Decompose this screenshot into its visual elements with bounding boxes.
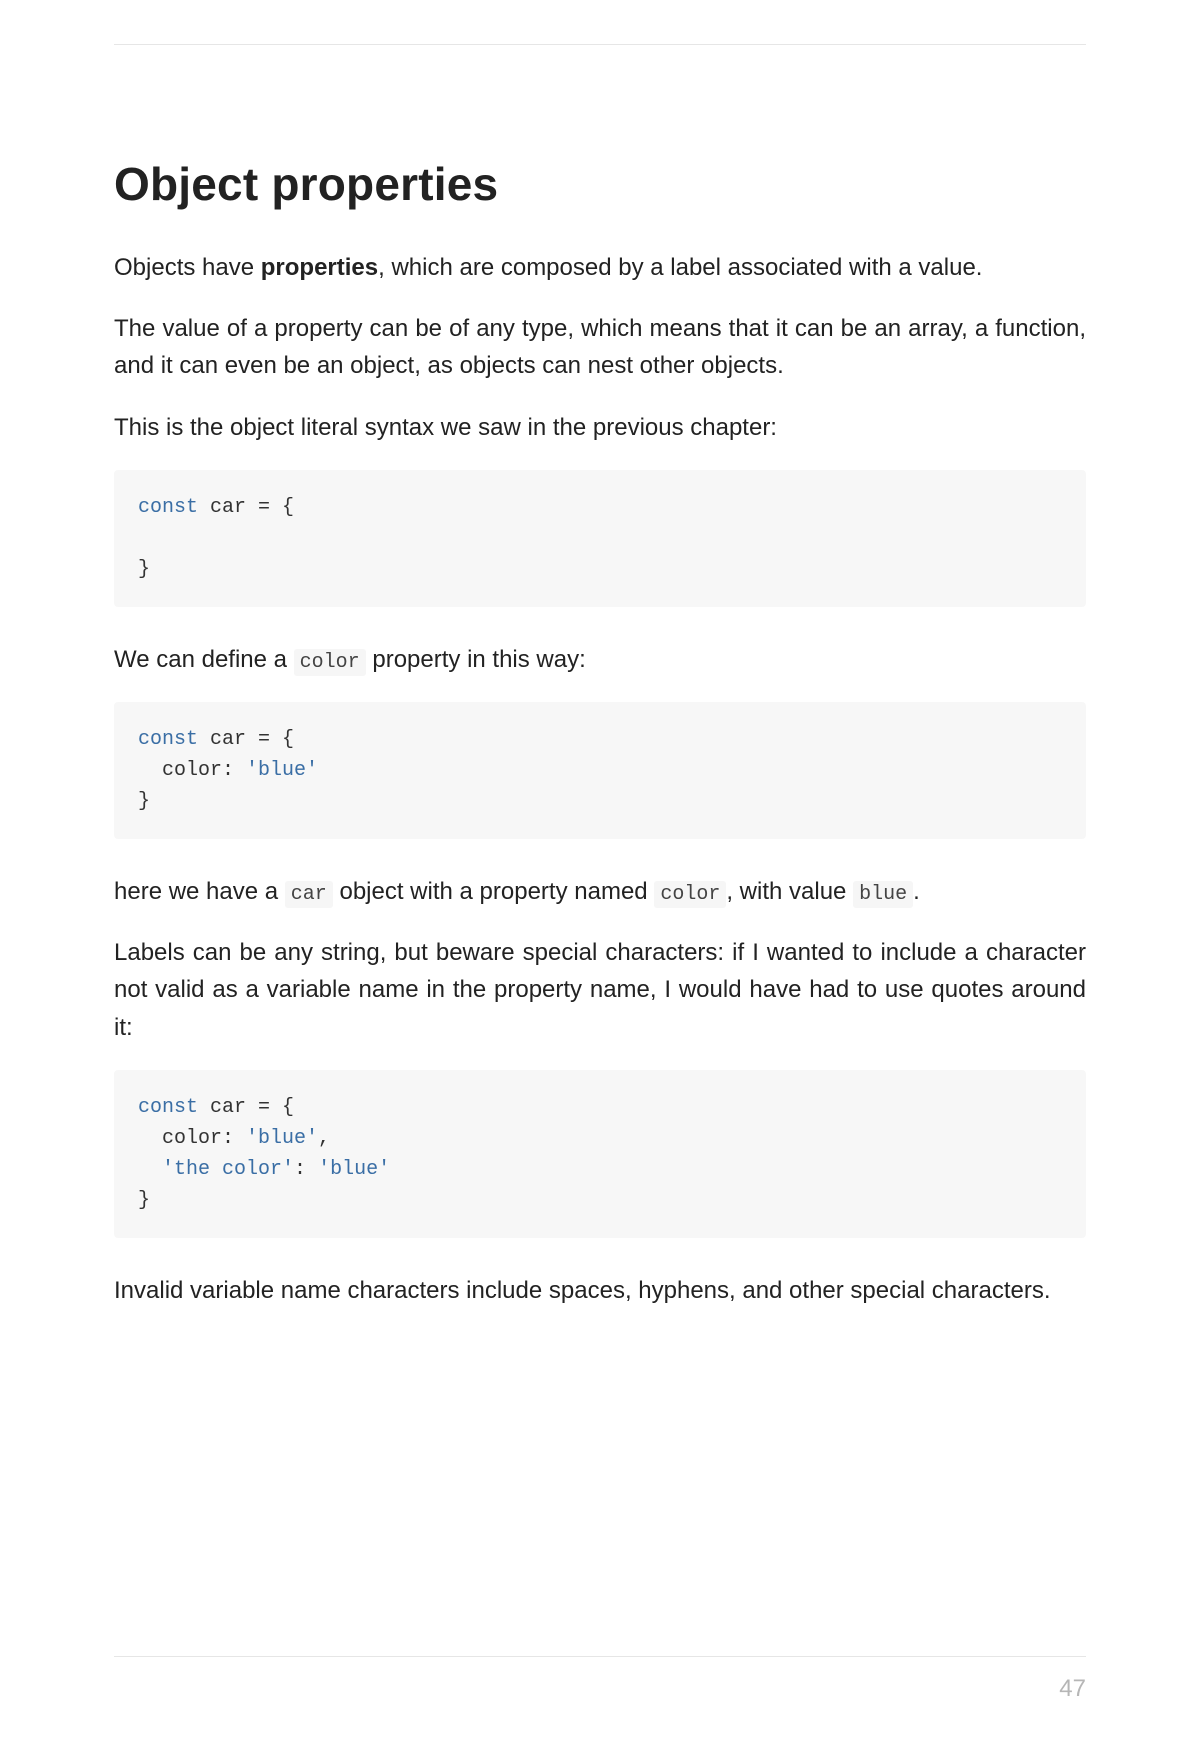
bottom-rule xyxy=(114,1656,1086,1657)
inline-code: color xyxy=(294,649,366,676)
inline-code: color xyxy=(654,881,726,908)
inline-code: car xyxy=(285,881,333,908)
page-heading: Object properties xyxy=(114,157,1086,211)
code-string: 'blue' xyxy=(318,1158,390,1181)
code-keyword: const xyxy=(138,496,198,519)
paragraph-4: We can define a color property in this w… xyxy=(114,641,1086,678)
inline-code: blue xyxy=(853,881,913,908)
document-page: Object properties Objects have propertie… xyxy=(0,44,1200,1741)
code-text: car = { xyxy=(198,496,294,519)
code-text: color: xyxy=(138,1127,246,1150)
text: here we have a xyxy=(114,878,285,905)
code-string: 'the color' xyxy=(162,1158,294,1181)
code-text: color: xyxy=(138,759,246,782)
paragraph-1: Objects have properties, which are compo… xyxy=(114,249,1086,286)
code-block-2: const car = { color: 'blue' } xyxy=(114,702,1086,839)
text: object with a property named xyxy=(333,878,655,905)
paragraph-6: Labels can be any string, but beware spe… xyxy=(114,934,1086,1046)
text: , with value xyxy=(726,878,853,905)
text: property in this way: xyxy=(366,646,586,673)
text: , which are composed by a label associat… xyxy=(378,254,982,281)
paragraph-7: Invalid variable name characters include… xyxy=(114,1272,1086,1309)
code-text: } xyxy=(138,790,150,813)
code-text: : xyxy=(294,1158,318,1181)
code-string: 'blue' xyxy=(246,1127,318,1150)
top-rule xyxy=(114,44,1086,45)
code-text: } xyxy=(138,1189,150,1212)
text: We can define a xyxy=(114,646,294,673)
paragraph-5: here we have a car object with a propert… xyxy=(114,873,1086,910)
code-keyword: const xyxy=(138,1096,198,1119)
text: Objects have xyxy=(114,254,261,281)
code-text xyxy=(138,1158,162,1181)
code-text: car = { xyxy=(198,728,294,751)
paragraph-3: This is the object literal syntax we saw… xyxy=(114,409,1086,446)
code-text: car = { xyxy=(198,1096,294,1119)
code-text: } xyxy=(138,558,150,581)
page-number: 47 xyxy=(1059,1675,1086,1703)
code-string: 'blue' xyxy=(246,759,318,782)
code-keyword: const xyxy=(138,728,198,751)
bold-word: properties xyxy=(261,254,378,281)
code-block-3: const car = { color: 'blue', 'the color'… xyxy=(114,1070,1086,1238)
paragraph-2: The value of a property can be of any ty… xyxy=(114,310,1086,384)
code-text: , xyxy=(318,1127,330,1150)
text: . xyxy=(913,878,920,905)
code-block-1: const car = { } xyxy=(114,470,1086,607)
